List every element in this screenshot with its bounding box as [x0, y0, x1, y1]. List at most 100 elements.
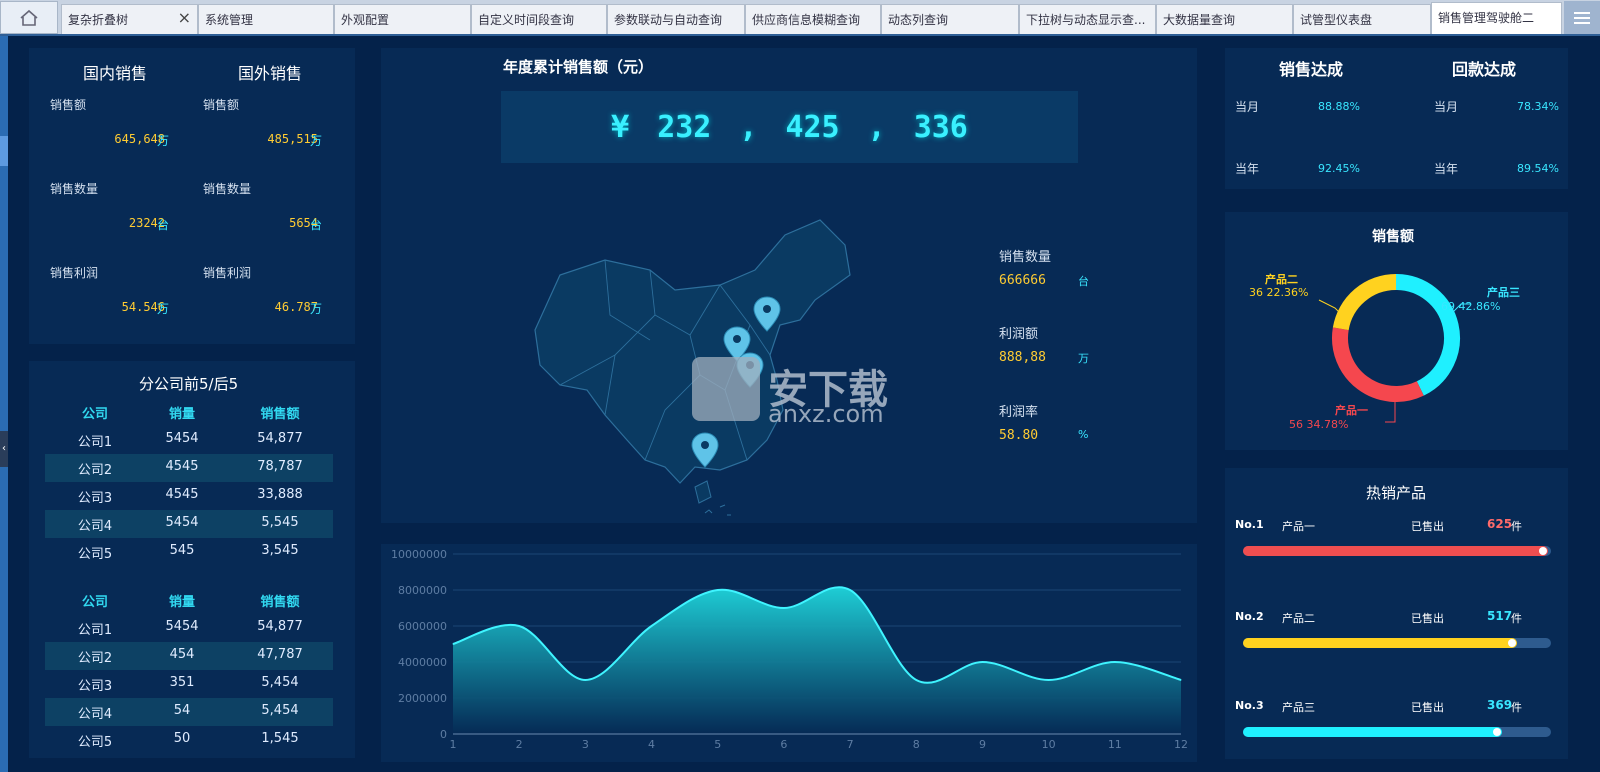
table-cell: 公司3 [77, 491, 113, 506]
table-header: 公司 销量 销售额 [45, 398, 333, 426]
tab-7[interactable]: 动态列查询 [881, 4, 1019, 34]
sales-month-label: 当月 [1235, 100, 1260, 114]
tab-5[interactable]: 参数联动与自动查询 [607, 4, 745, 34]
table-cell: 78,787 [257, 459, 303, 474]
data-point [651, 625, 653, 627]
domestic-metric-unit: 台 [157, 218, 170, 232]
foreign-metric-label: 销售利润 [203, 266, 252, 280]
progress-track [1243, 638, 1551, 648]
tab-9[interactable]: 大数据量查询 [1156, 4, 1293, 34]
domestic-metric-unit: 万 [157, 134, 170, 148]
table-row: 公司2 454 47,787 [45, 642, 333, 670]
sold-unit: 件 [1511, 520, 1522, 533]
data-point [1048, 679, 1050, 681]
column-header: 销售额 [260, 595, 300, 610]
map-stat-value: 58.80 [999, 428, 1039, 443]
tab-6[interactable]: 供应商信息模糊查询 [745, 4, 881, 34]
table-cell: 5454 [165, 619, 199, 634]
data-point [584, 679, 586, 681]
column-header: 公司 [81, 595, 108, 610]
sales-achievement-title: 销售达成 [1279, 60, 1344, 79]
donut-title: 销售额 [1372, 229, 1414, 245]
hot-products-title: 热销产品 [1366, 484, 1427, 502]
tab-label: 供应商信息模糊查询 [752, 13, 861, 27]
map-stat-unit: % [1078, 428, 1089, 441]
table-cell: 33,888 [257, 487, 303, 502]
menu-button[interactable] [1564, 1, 1600, 34]
watermark-url: anxz.com [768, 400, 884, 428]
tab-8[interactable]: 下拉树与动态显示查... [1019, 4, 1156, 34]
sales-summary-panel: 国内销售 国外销售 销售额 645,648 万销售数量 23242 台销售利润 54.54… [29, 48, 355, 344]
x-tick-label: 12 [1174, 738, 1188, 751]
tab-10[interactable]: 试管型仪表盘 [1293, 4, 1431, 34]
branch-ranking-panel: 分公司前5/后5 公司 销量 销售额公司1 5454 54,877 公司2 4545 78,7… [29, 361, 355, 758]
foreign-metric-label: 销售数量 [203, 182, 252, 196]
collapse-arrow-icon[interactable]: ‹ [0, 431, 8, 467]
donut-slice-产品二 [1332, 274, 1397, 331]
branch-title: 分公司前5/后5 [139, 375, 239, 393]
column-header: 销售额 [260, 407, 300, 422]
tab-label: 试管型仪表盘 [1300, 13, 1373, 27]
close-icon[interactable]: × [178, 8, 191, 27]
table-cell: 5,454 [261, 703, 299, 718]
slice-name-label: 产品三 [1487, 285, 1520, 299]
table-cell: 47,787 [257, 647, 303, 662]
table-row: 公司2 4545 78,787 [45, 454, 333, 482]
table-cell: 54 [173, 703, 191, 718]
x-tick-label: 11 [1108, 738, 1122, 751]
table-cell: 50 [173, 731, 191, 746]
map-stat-label: 销售数量 [999, 250, 1052, 265]
table-row: 公司4 54 5,454 [45, 698, 333, 726]
table-cell: 公司5 [77, 547, 113, 562]
tab-3[interactable]: 外观配置 [334, 4, 471, 34]
tab-4[interactable]: 自定义时间段查询 [471, 4, 607, 34]
slice-name-label: 产品一 [1335, 403, 1368, 417]
x-tick-label: 8 [913, 738, 920, 751]
home-icon [20, 9, 38, 26]
table-cell: 5,454 [261, 675, 299, 690]
tab-2[interactable]: 系统管理 [198, 4, 334, 34]
tab-label: 销售管理驾驶舱二 [1438, 11, 1535, 25]
progress-fill [1243, 638, 1518, 648]
map-stat-unit: 万 [1078, 352, 1089, 365]
y-tick-label: 0 [440, 728, 447, 741]
table-cell: 公司5 [77, 735, 113, 750]
area-fill [453, 587, 1181, 734]
sales-year-value: 92.45% [1318, 162, 1360, 175]
x-tick-label: 4 [648, 738, 655, 751]
progress-track [1243, 546, 1551, 556]
monthly-sales-chart-panel: 0 2000000 4000000 6000000 8000000 10000000 1 2 3… [381, 544, 1197, 762]
tab-11[interactable]: 销售管理驾驶舱二 [1431, 2, 1562, 34]
table-row: 公司3 351 5,454 [45, 670, 333, 698]
x-tick-label: 6 [780, 738, 787, 751]
y-tick-label: 8000000 [398, 584, 447, 597]
home-tab[interactable] [0, 1, 58, 34]
data-point [452, 643, 454, 645]
map-stat-value: 666666 [999, 273, 1046, 288]
annual-total-display: ¥ 232 , 425 , 336 [501, 91, 1078, 163]
payment-month-value: 78.34% [1517, 100, 1559, 113]
table-cell: 公司1 [77, 623, 113, 638]
sold-label: 已售出 [1411, 612, 1444, 625]
rail-marker [0, 136, 8, 166]
label-leader-line [1385, 402, 1396, 423]
data-point [783, 607, 785, 609]
table-cell: 54,877 [257, 431, 303, 446]
tab-label: 参数联动与自动查询 [614, 13, 723, 27]
table-row: 公司3 4545 33,888 [45, 482, 333, 510]
sold-count: 517 [1487, 609, 1513, 623]
tab-label: 复杂折叠树 [68, 13, 129, 27]
x-tick-label: 5 [714, 738, 721, 751]
table-row: 公司5 50 1,545 [45, 726, 333, 754]
total-group-2: 425 [785, 109, 840, 145]
sold-unit: 件 [1511, 612, 1522, 625]
progress-knob [1492, 728, 1501, 736]
table-cell: 公司2 [77, 651, 113, 666]
tab-label: 下拉树与动态显示查... [1026, 13, 1146, 27]
map-stat-unit: 台 [1078, 275, 1089, 288]
table-cell: 5454 [165, 431, 199, 446]
tab-1[interactable]: 复杂折叠树 × [61, 4, 198, 34]
side-collapse-rail: ‹ [0, 36, 8, 772]
product-rank: No.2 [1235, 610, 1264, 623]
x-tick-label: 3 [582, 738, 589, 751]
